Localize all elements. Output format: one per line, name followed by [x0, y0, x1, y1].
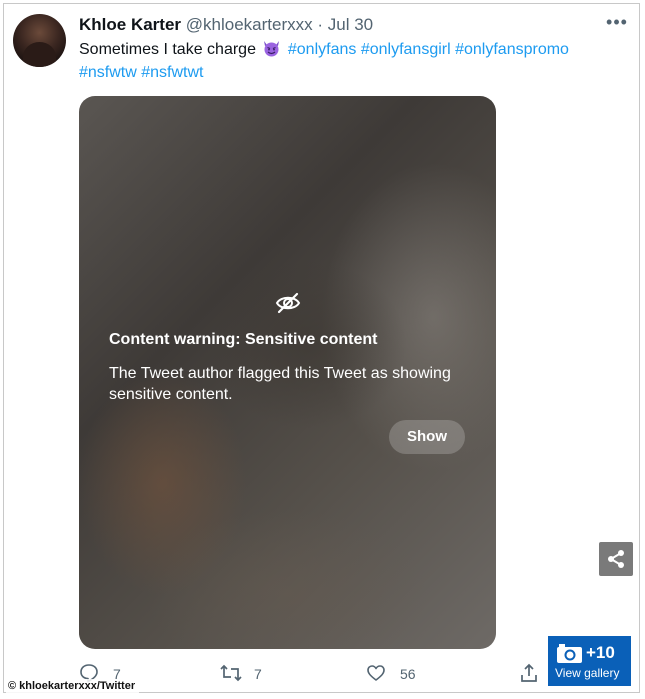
smiling-imp-emoji-icon [264, 41, 280, 57]
view-gallery-button[interactable]: +10 View gallery [548, 636, 631, 686]
avatar[interactable] [13, 14, 66, 67]
upload-share-icon [521, 663, 537, 682]
tweet-text-prefix: Sometimes I take charge [79, 41, 256, 58]
camera-icon [557, 644, 582, 663]
sensitive-media-preview[interactable]: Content warning: Sensitive content The T… [79, 96, 496, 649]
retweet-action[interactable]: 7 [220, 662, 280, 684]
tweet-text: Sometimes I take charge #onlyfans #onlyf… [79, 38, 599, 84]
tweet-header: Khloe Karter @khloekarterxxx · Jul 30 [79, 14, 373, 36]
tweet-date[interactable]: Jul 30 [328, 15, 373, 34]
eye-slash-icon [275, 292, 301, 314]
separator-dot: · [317, 15, 324, 34]
gallery-count: +10 [586, 643, 615, 662]
show-button[interactable]: Show [389, 420, 465, 454]
content-warning-title: Content warning: Sensitive content [109, 331, 378, 348]
tweet-share-action[interactable] [519, 662, 541, 684]
hashtag-link[interactable]: #onlyfansgirl [361, 41, 451, 58]
image-credit: © khloekarterxxx/Twitter [6, 679, 140, 694]
hashtag-link[interactable]: #onlyfans [288, 41, 357, 58]
heart-icon [367, 665, 385, 681]
like-action[interactable]: 56 [366, 662, 426, 684]
hashtag-link[interactable]: #nsfwtwt [141, 64, 203, 81]
hashtag-link[interactable]: #nsfwtw [79, 64, 137, 81]
gallery-label: View gallery [555, 666, 620, 680]
retweet-count: 7 [254, 666, 262, 682]
share-overlay-button[interactable] [599, 542, 633, 576]
share-icon [608, 550, 624, 568]
more-options-icon[interactable]: ••• [605, 13, 629, 36]
hashtag-link[interactable]: #onlyfanspromo [455, 41, 569, 58]
retweet-icon [220, 664, 242, 682]
like-count: 56 [400, 666, 416, 682]
content-warning-body: The Tweet author flagged this Tweet as s… [109, 365, 451, 403]
user-handle[interactable]: @khloekarterxxx [186, 15, 313, 34]
display-name[interactable]: Khloe Karter [79, 15, 181, 34]
